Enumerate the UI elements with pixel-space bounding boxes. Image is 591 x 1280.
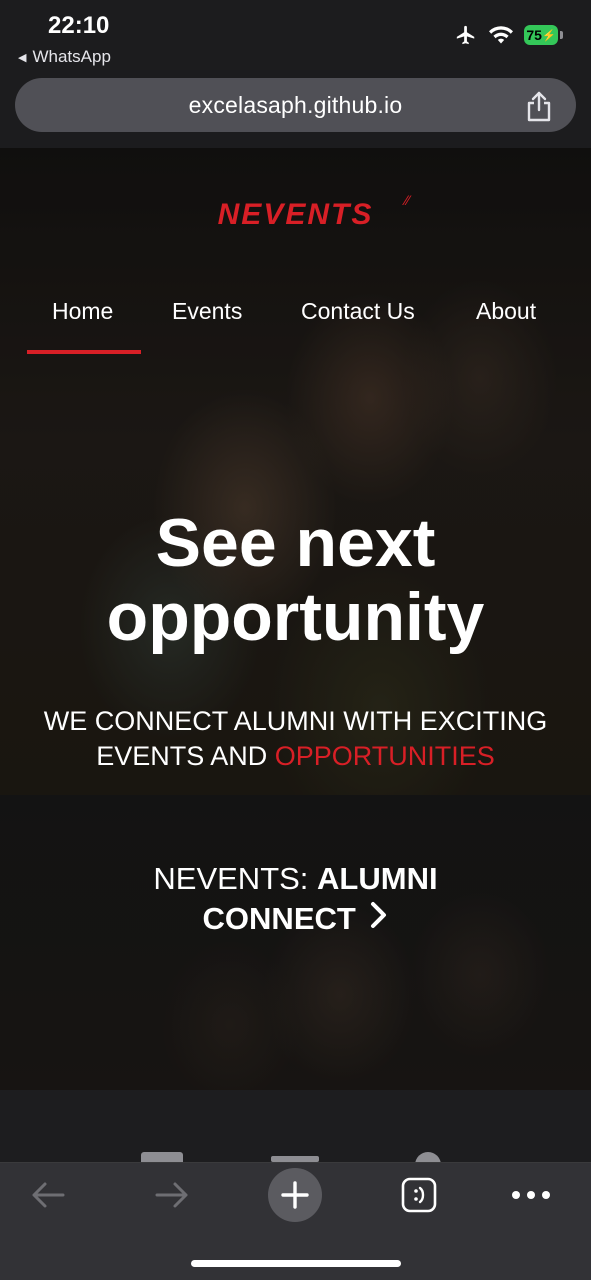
tabs-icon	[401, 1177, 437, 1213]
alumni-connect-link[interactable]: NEVENTS: ALUMNI CONNECT	[0, 859, 591, 939]
battery-icon: 75 ⚡	[524, 25, 563, 45]
address-bar[interactable]: excelasaph.github.io	[15, 78, 576, 132]
main-nav: Home Events Contact Us About	[0, 298, 591, 358]
tabs-button[interactable]	[400, 1171, 438, 1219]
back-arrow-icon	[32, 1182, 65, 1208]
back-triangle-icon: ◀	[18, 51, 27, 64]
more-icon	[512, 1191, 550, 1199]
forward-button[interactable]	[148, 1171, 196, 1219]
nav-events[interactable]: Events	[172, 298, 242, 325]
nav-about[interactable]: About	[476, 298, 536, 325]
headline-line-1: See next	[155, 505, 436, 581]
hero-subline: WE CONNECT ALUMNI WITH EXCITING EVENTS A…	[0, 704, 591, 774]
home-indicator[interactable]	[191, 1260, 401, 1267]
headline-line-2: opportunity	[106, 579, 485, 655]
share-icon[interactable]	[524, 90, 554, 122]
status-indicators: 75 ⚡	[454, 24, 563, 46]
new-tab-button[interactable]	[268, 1168, 322, 1222]
status-bar: 22:10 ◀ WhatsApp 75 ⚡	[0, 0, 591, 78]
tagline-prefix: NEVENTS:	[153, 861, 309, 896]
calendar-icon	[141, 1152, 183, 1162]
alumni-connect-section: NEVENTS: ALUMNI CONNECT	[0, 795, 591, 1090]
airplane-icon	[456, 25, 475, 45]
plus-icon	[281, 1181, 309, 1209]
logo-text: NEVENTS	[217, 198, 374, 231]
subline-line-2-prefix: EVENTS AND	[96, 741, 268, 771]
chevron-right-icon	[371, 902, 387, 928]
nav-home[interactable]: Home	[52, 298, 113, 325]
back-button[interactable]	[24, 1171, 72, 1219]
site-logo[interactable]: NEVENTS ⁄⁄	[0, 192, 591, 232]
logo-spark-icon: ⁄⁄	[405, 192, 410, 208]
features-section-peek	[0, 1090, 591, 1178]
battery-level: 75	[526, 27, 542, 43]
forward-arrow-icon	[155, 1182, 188, 1208]
tagline-bold-2: CONNECT	[202, 901, 356, 936]
tagline-bold-1: ALUMNI	[317, 861, 438, 896]
subline-accent: OPPORTUNITIES	[274, 741, 495, 771]
hero-section: NEVENTS ⁄⁄ Home Events Contact Us About …	[0, 148, 591, 795]
subline-line-1: WE CONNECT ALUMNI WITH EXCITING	[43, 706, 548, 736]
nav-contact-us[interactable]: Contact Us	[301, 298, 415, 325]
browser-url-bar-area: excelasaph.github.io	[0, 78, 591, 148]
status-time: 22:10	[48, 12, 110, 39]
hero-headline: See next opportunity	[0, 506, 591, 654]
nav-active-underline	[27, 350, 141, 354]
back-to-app-link[interactable]: ◀ WhatsApp	[18, 47, 111, 67]
more-button[interactable]	[507, 1171, 555, 1219]
wifi-icon	[489, 26, 513, 44]
browser-toolbar	[0, 1162, 591, 1280]
url-text[interactable]: excelasaph.github.io	[189, 92, 403, 119]
back-app-label: WhatsApp	[32, 47, 111, 66]
